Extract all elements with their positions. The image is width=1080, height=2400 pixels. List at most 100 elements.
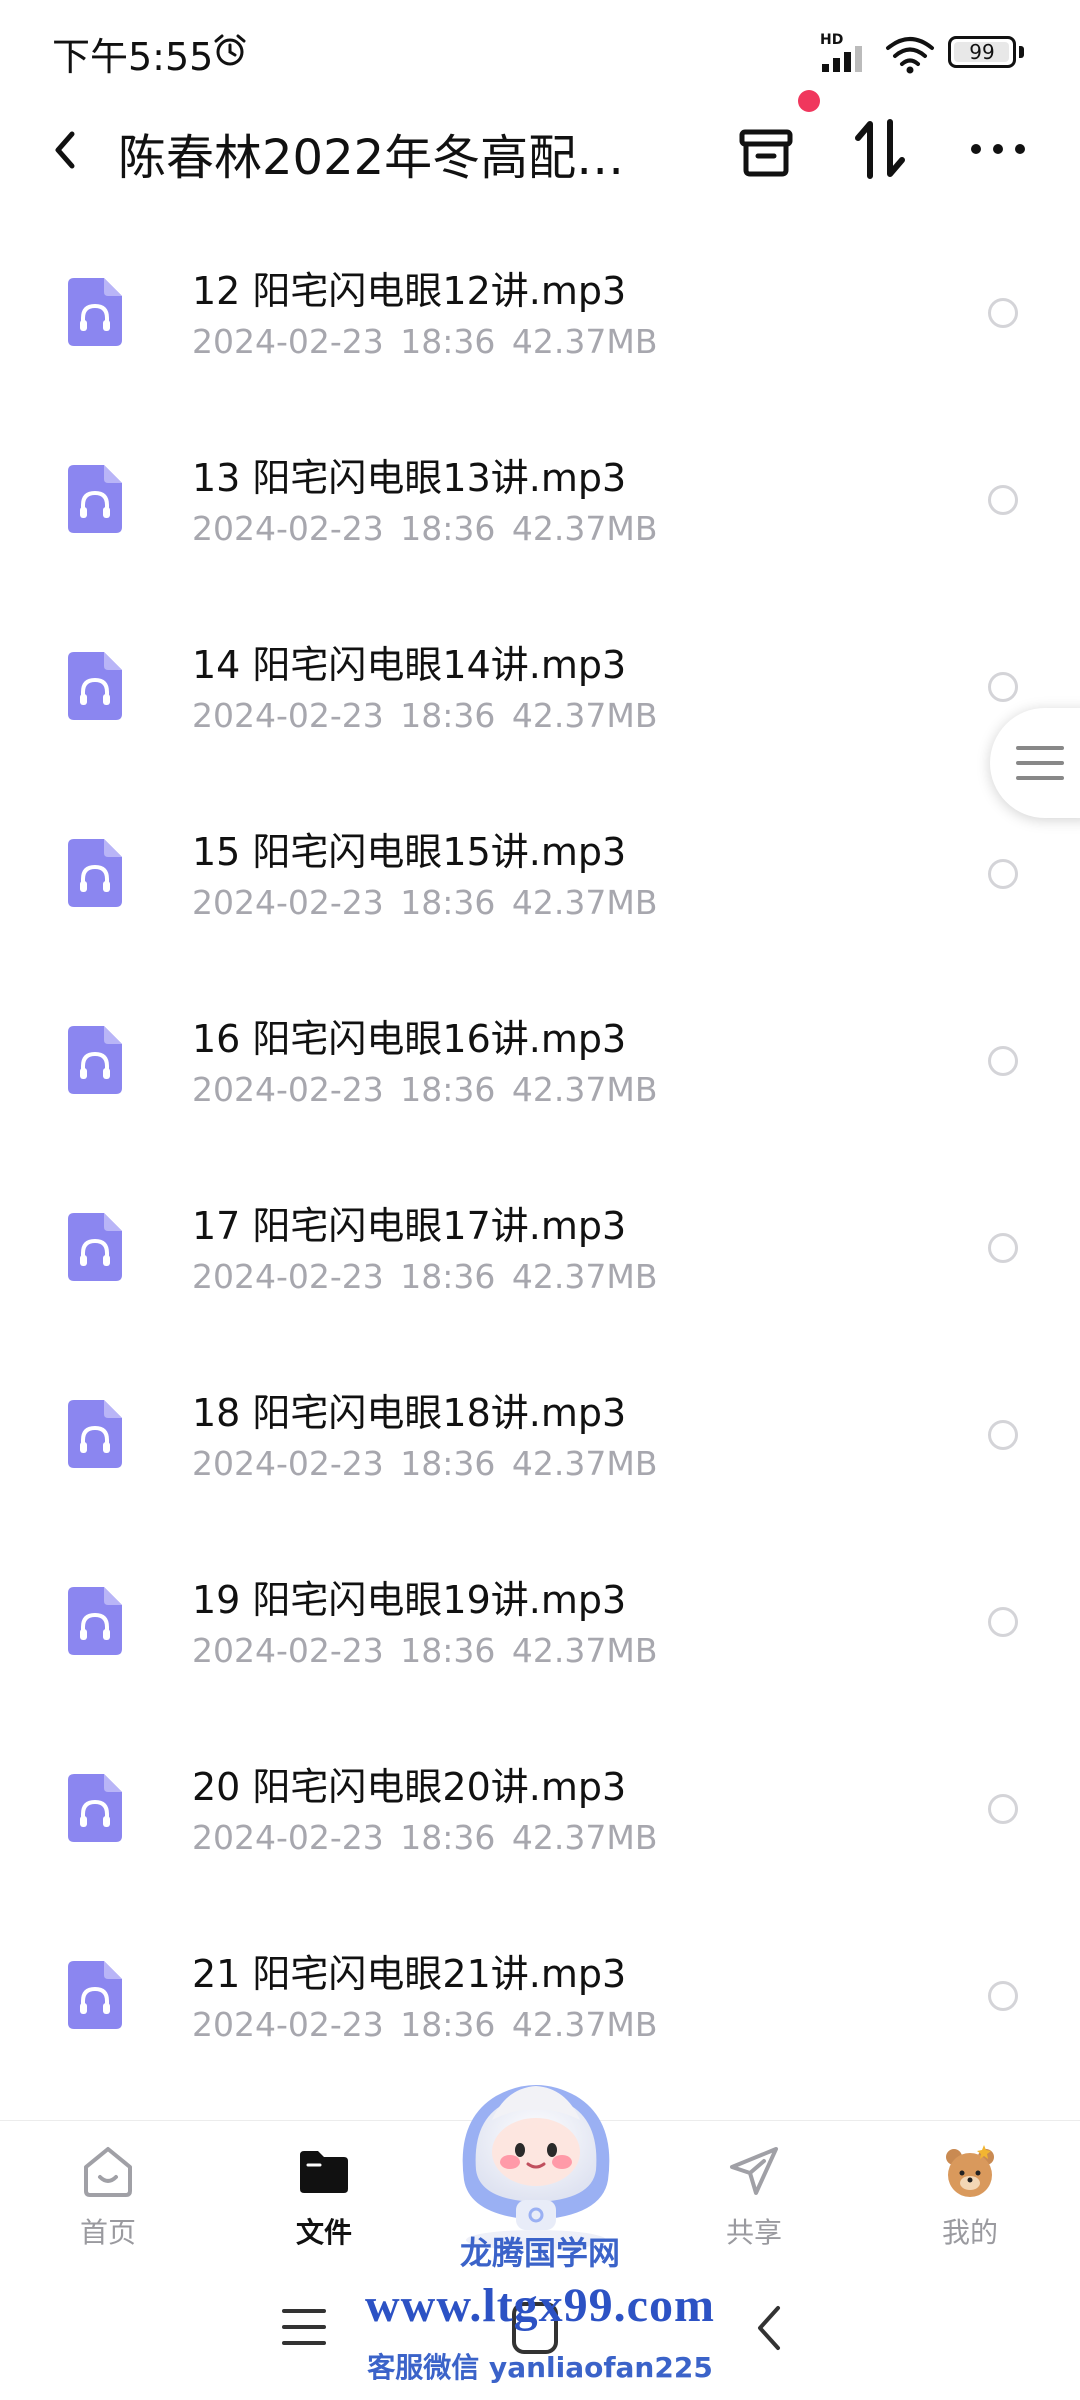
watermark-site-name: 龙腾国学网 (459, 2234, 620, 2272)
more-options-icon[interactable] (966, 124, 1030, 174)
file-date: 2024-02-23 (192, 322, 384, 361)
status-time: 下午5:55 (52, 35, 214, 79)
file-time: 18:36 (400, 509, 496, 548)
file-row[interactable]: 20 阳宅闪电眼20讲.mp3 2024-02-23 18:36 42.37MB (0, 1696, 1080, 1883)
file-meta: 2024-02-23 18:36 42.37MB (192, 696, 657, 735)
file-size: 42.37MB (511, 883, 658, 922)
file-size: 42.37MB (511, 509, 658, 548)
watermark-url: www.ltgx99.com (365, 2279, 715, 2332)
page-title: 陈春林2022年冬高配版... (118, 130, 638, 186)
file-name: 21 阳宅闪电眼21讲.mp3 (192, 1952, 627, 1996)
file-time: 18:36 (400, 1070, 496, 1109)
file-row[interactable]: 16 阳宅闪电眼16讲.mp3 2024-02-23 18:36 42.37MB (0, 948, 1080, 1135)
file-row[interactable]: 17 阳宅闪电眼17讲.mp3 2024-02-23 18:36 42.37MB (0, 1135, 1080, 1322)
menu-lines-icon (1016, 746, 1064, 780)
file-size: 42.37MB (511, 1257, 658, 1296)
alarm-clock-icon (214, 34, 246, 66)
file-meta: 2024-02-23 18:36 42.37MB (192, 2005, 657, 2044)
file-size: 42.37MB (511, 696, 658, 735)
audio-file-icon (68, 1213, 122, 1281)
file-meta: 2024-02-23 18:36 42.37MB (192, 1818, 657, 1857)
file-date: 2024-02-23 (192, 1444, 384, 1483)
file-name: 12 阳宅闪电眼12讲.mp3 (192, 269, 627, 313)
file-date: 2024-02-23 (192, 1257, 384, 1296)
file-row[interactable]: 21 阳宅闪电眼21讲.mp3 2024-02-23 18:36 42.37MB (0, 1883, 1080, 2070)
file-meta: 2024-02-23 18:36 42.37MB (192, 509, 657, 548)
audio-file-icon (68, 1961, 122, 2029)
file-size: 42.37MB (511, 1070, 658, 1109)
select-checkbox[interactable] (988, 1233, 1018, 1263)
file-meta: 2024-02-23 18:36 42.37MB (192, 1257, 657, 1296)
status-bar: 下午5:55 HD 99 (0, 0, 1080, 100)
file-meta: 2024-02-23 18:36 42.37MB (192, 1631, 657, 1670)
audio-file-icon (68, 465, 122, 533)
select-checkbox[interactable] (988, 672, 1018, 702)
select-checkbox[interactable] (988, 859, 1018, 889)
wifi-icon (886, 37, 934, 74)
file-meta: 2024-02-23 18:36 42.37MB (192, 1444, 657, 1483)
file-date: 2024-02-23 (192, 1070, 384, 1109)
audio-file-icon (68, 1400, 122, 1468)
select-checkbox[interactable] (988, 1607, 1018, 1637)
audio-file-icon (68, 839, 122, 907)
select-checkbox[interactable] (988, 1981, 1018, 2011)
file-name: 13 阳宅闪电眼13讲.mp3 (192, 456, 627, 500)
file-size: 42.37MB (511, 2005, 658, 2044)
back-arrow-icon[interactable] (44, 120, 88, 180)
battery-level-text: 99 (969, 40, 995, 64)
file-row[interactable]: 13 阳宅闪电眼13讲.mp3 2024-02-23 18:36 42.37MB (0, 387, 1080, 574)
file-row[interactable]: 15 阳宅闪电眼15讲.mp3 2024-02-23 18:36 42.37MB (0, 761, 1080, 948)
file-time: 18:36 (400, 2005, 496, 2044)
select-checkbox[interactable] (988, 1046, 1018, 1076)
select-checkbox[interactable] (988, 485, 1018, 515)
file-size: 42.37MB (511, 1444, 658, 1483)
battery-indicator: 99 (948, 36, 1016, 68)
mascot-astronaut-icon[interactable] (436, 2060, 636, 2250)
file-time: 18:36 (400, 1444, 496, 1483)
notification-dot (798, 90, 820, 112)
file-time: 18:36 (400, 696, 496, 735)
signal-icon (822, 46, 862, 72)
file-row[interactable]: 14 阳宅闪电眼14讲.mp3 2024-02-23 18:36 42.37MB (0, 574, 1080, 761)
file-date: 2024-02-23 (192, 2005, 384, 2044)
sort-icon[interactable] (850, 116, 910, 182)
select-checkbox[interactable] (988, 1794, 1018, 1824)
file-time: 18:36 (400, 1257, 496, 1296)
audio-file-icon (68, 278, 122, 346)
audio-file-icon (68, 1026, 122, 1094)
watermark-contact: 客服微信 yanliaofan225 (367, 2351, 713, 2384)
file-name: 17 阳宅闪电眼17讲.mp3 (192, 1204, 627, 1248)
select-checkbox[interactable] (988, 1420, 1018, 1450)
file-date: 2024-02-23 (192, 883, 384, 922)
file-name: 20 阳宅闪电眼20讲.mp3 (192, 1765, 627, 1809)
file-row[interactable]: 19 阳宅闪电眼19讲.mp3 2024-02-23 18:36 42.37MB (0, 1509, 1080, 1696)
file-size: 42.37MB (511, 1631, 658, 1670)
file-time: 18:36 (400, 322, 496, 361)
file-name: 19 阳宅闪电眼19讲.mp3 (192, 1578, 627, 1622)
file-date: 2024-02-23 (192, 509, 384, 548)
transfer-box-icon[interactable] (736, 118, 796, 182)
file-meta: 2024-02-23 18:36 42.37MB (192, 1070, 657, 1109)
home-icon (84, 2147, 132, 2197)
file-row[interactable]: 12 阳宅闪电眼12讲.mp3 2024-02-23 18:36 42.37MB (0, 200, 1080, 387)
file-time: 18:36 (400, 883, 496, 922)
file-meta: 2024-02-23 18:36 42.37MB (192, 322, 657, 361)
file-row[interactable]: 18 阳宅闪电眼18讲.mp3 2024-02-23 18:36 42.37MB (0, 1322, 1080, 1509)
file-meta: 2024-02-23 18:36 42.37MB (192, 883, 657, 922)
file-list: 12 阳宅闪电眼12讲.mp3 2024-02-23 18:36 42.37MB 1… (0, 200, 1080, 2120)
file-date: 2024-02-23 (192, 696, 384, 735)
file-size: 42.37MB (511, 1818, 658, 1857)
file-time: 18:36 (400, 1631, 496, 1670)
battery-tip (1019, 46, 1024, 58)
audio-file-icon (68, 1587, 122, 1655)
file-size: 42.37MB (511, 322, 658, 361)
file-date: 2024-02-23 (192, 1631, 384, 1670)
file-name: 18 阳宅闪电眼18讲.mp3 (192, 1391, 627, 1435)
share-icon (730, 2147, 778, 2195)
header: 陈春林2022年冬高配版... (0, 90, 1080, 200)
file-name: 14 阳宅闪电眼14讲.mp3 (192, 643, 627, 687)
file-name: 16 阳宅闪电眼16讲.mp3 (192, 1017, 627, 1061)
file-time: 18:36 (400, 1818, 496, 1857)
select-checkbox[interactable] (988, 298, 1018, 328)
file-name: 15 阳宅闪电眼15讲.mp3 (192, 830, 627, 874)
